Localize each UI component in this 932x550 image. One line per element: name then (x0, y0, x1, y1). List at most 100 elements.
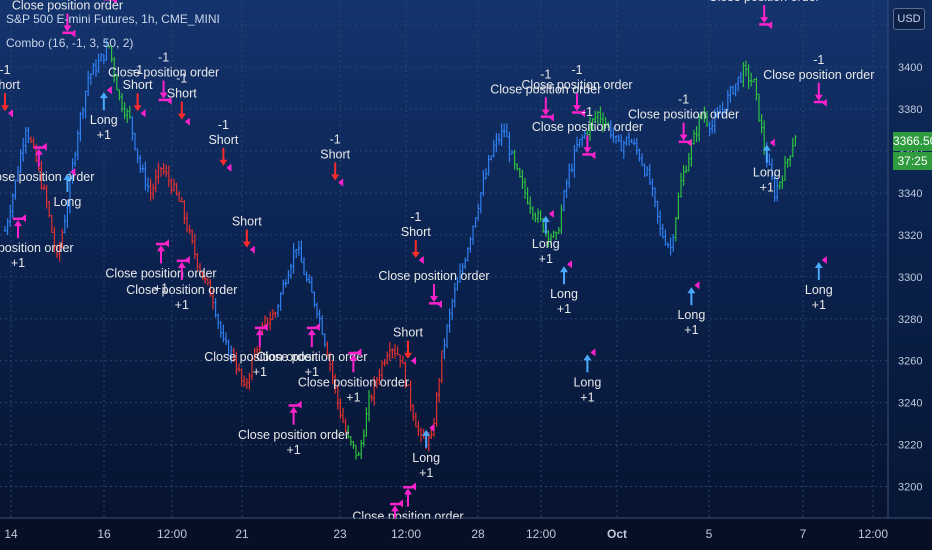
signal-arrow-head (541, 109, 550, 116)
signal-label: -1 (410, 210, 421, 224)
signal-label: +1 (580, 390, 594, 404)
signal-arrow-head (814, 262, 823, 269)
price-tick-label: 3380 (898, 104, 922, 116)
signal-label: Close position order (521, 78, 632, 92)
signal-close: Close position order+1 (126, 256, 237, 312)
signal-label: -1 (176, 72, 187, 86)
signal-arrow-head (687, 287, 696, 294)
signal-arrow-head (583, 147, 592, 154)
signal-label: Short (208, 133, 238, 147)
signal-label: -1 (582, 105, 593, 119)
signal-arrow-head (391, 505, 399, 512)
signal-arrow-head (219, 159, 228, 166)
signal-label: Long (805, 283, 833, 297)
signal-label: -1 (0, 63, 11, 77)
signal-label: Close position order (709, 0, 820, 4)
signal-label: +1 (286, 443, 300, 457)
signal-arrow-head (583, 354, 592, 361)
signal-label: +1 (253, 365, 267, 379)
signal-flag-marker (249, 245, 255, 254)
signal-arrow-head (573, 105, 581, 112)
signal-label: +1 (812, 298, 826, 312)
signal-label: +1 (11, 256, 25, 270)
signal-close: -1Close position order (628, 93, 739, 147)
time-tick-label: 16 (97, 527, 111, 541)
signal-label: Short (0, 78, 20, 92)
signal-short: -1Short (320, 132, 351, 187)
signal-arrow-head (814, 94, 823, 101)
signal-close: -1Close position order (763, 53, 874, 107)
signal-close: Close position order (0, 142, 94, 184)
signal-label: +1 (97, 128, 111, 142)
signal-arrow-head (430, 296, 438, 303)
time-tick-label: 14 (4, 527, 18, 541)
signal-flag-marker (398, 499, 403, 508)
bar-countdown-badge: 37:25 (893, 152, 932, 170)
signal-arrow-head (157, 245, 165, 252)
signal-label: Close position order (108, 66, 219, 80)
price-tick-label: 3240 (898, 398, 922, 410)
signal-label: Long (753, 166, 781, 180)
signal-label: Close position order (378, 269, 489, 283)
signal-label: Short (123, 78, 153, 92)
signal-label: Close position order (126, 283, 237, 297)
signal-flag-marker (686, 138, 692, 147)
signal-short: Short (393, 326, 423, 365)
signal-arrow-head (14, 220, 22, 227)
signal-arrow-head (307, 329, 316, 336)
time-tick-label: 21 (235, 527, 249, 541)
signal-label: +1 (539, 252, 553, 266)
time-tick-label: 23 (333, 527, 347, 541)
signal-flag-marker (164, 239, 169, 248)
price-chart[interactable]: -1ShortClose position orderClose positio… (0, 0, 932, 550)
signal-close: -1Close position order (108, 51, 219, 105)
signal-label: +1 (557, 302, 571, 316)
signal-flag-marker (418, 256, 424, 265)
signal-long: Long+1 (573, 348, 601, 404)
price-tick-label: 3220 (898, 440, 922, 452)
signal-flag-marker (767, 21, 773, 30)
signal-label: Short (167, 87, 197, 101)
signal-flag-marker (437, 300, 442, 309)
signal-short: -1Short (167, 72, 197, 126)
signal-arrow-head (404, 488, 412, 495)
signal-label: Long (532, 237, 560, 251)
signal-label: Long (677, 308, 705, 322)
signal-label: Close position order (0, 241, 74, 255)
signal-flag-marker (184, 117, 190, 126)
signal-arrow-head (99, 92, 108, 99)
signal-flag-marker (296, 400, 302, 409)
price-tick-label: 3280 (898, 314, 922, 326)
signal-label: +1 (175, 298, 189, 312)
signal-flag-marker (411, 482, 416, 491)
time-tick-label: Oct (607, 527, 627, 541)
signal-arrow-head (177, 262, 186, 269)
signal-arrow-head (411, 252, 420, 259)
signal-label: Short (320, 147, 350, 161)
signal-label: -1 (813, 53, 824, 67)
symbol-title[interactable]: S&P 500 E-mini Futures, 1h, CME_MINI (6, 12, 220, 26)
time-tick-label: 5 (706, 527, 713, 541)
signal-label: +1 (684, 323, 698, 337)
signal-label: +1 (346, 390, 360, 404)
price-tick-label: 3260 (898, 356, 922, 368)
signal-arrow-head (679, 134, 688, 141)
time-tick-label: 28 (471, 527, 485, 541)
signal-label: Close position order (238, 428, 349, 442)
currency-button[interactable]: USD (893, 8, 925, 30)
signal-flag-marker (41, 142, 47, 151)
signal-short: -1Short (208, 118, 239, 172)
signal-label: Long (550, 287, 578, 301)
last-price-badge: 3366.50 (893, 132, 932, 151)
signal-flag-marker (21, 214, 26, 223)
signal-flag-marker (821, 98, 827, 107)
indicator-label[interactable]: Combo (16, -1, 3, 50, 2) (6, 36, 133, 50)
signal-flag-marker (694, 281, 700, 290)
time-tick-label: 12:00 (526, 527, 556, 541)
signal-flag-marker (226, 163, 232, 172)
signal-label: Close position order (532, 120, 643, 134)
signal-arrow-head (133, 105, 142, 112)
time-axis-background (0, 519, 932, 550)
price-tick-label: 3400 (898, 62, 922, 74)
signal-arrow-head (63, 25, 72, 32)
